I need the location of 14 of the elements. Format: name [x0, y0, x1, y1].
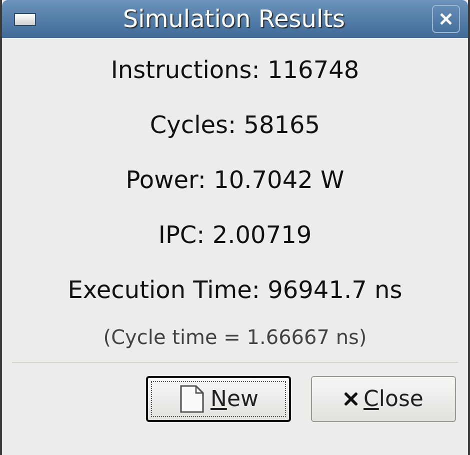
close-button[interactable] [432, 5, 460, 33]
close-icon [344, 392, 358, 406]
result-line: Instructions: 116748 [110, 55, 360, 86]
cycle-time-note: (Cycle time = 1.66667 ns) [102, 324, 368, 351]
document-icon [178, 384, 204, 414]
window-menu-icon[interactable] [14, 12, 36, 26]
close-icon [439, 12, 453, 26]
result-line: Execution Time: 96941.7 ns [68, 275, 402, 306]
result-line: IPC: 2.00719 [158, 220, 312, 251]
close-dialog-button[interactable]: Close [311, 376, 456, 422]
window-title: Simulation Results [122, 4, 346, 35]
result-line: Power: 10.7042 W [126, 165, 344, 196]
result-line: Cycles: 58165 [150, 110, 320, 141]
new-button[interactable]: New [146, 376, 291, 422]
